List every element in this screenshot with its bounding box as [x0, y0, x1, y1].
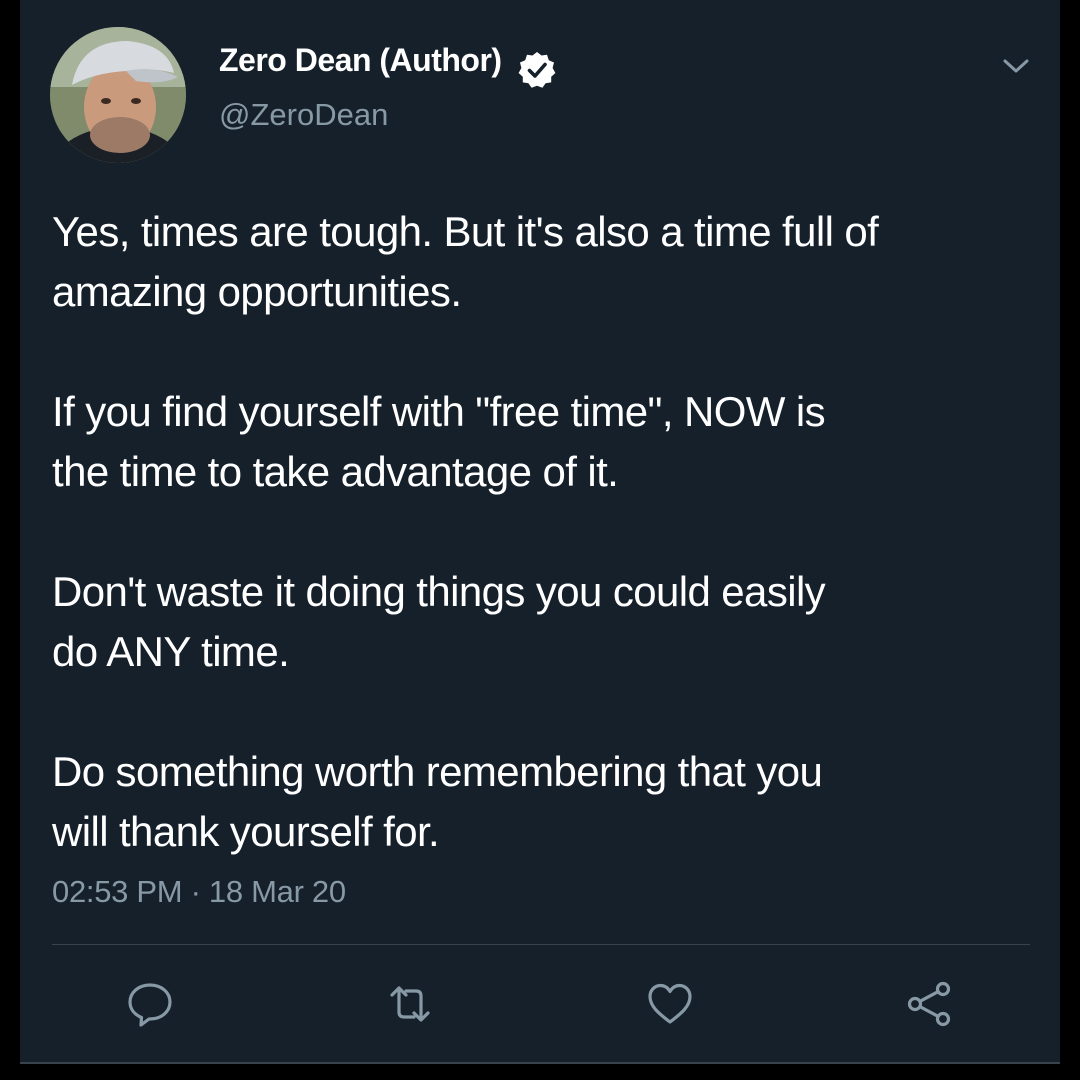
- tweet-paragraph: Do something worth remembering that you …: [52, 742, 1042, 862]
- tweet-paragraph: Yes, times are tough. But it's also a ti…: [52, 202, 1042, 322]
- tweet-bottom-border: [20, 1062, 1060, 1064]
- reply-button[interactable]: [124, 978, 176, 1030]
- tweet-line: do ANY time.: [52, 628, 290, 675]
- tweet-line: will thank yourself for.: [52, 808, 440, 855]
- retweet-button[interactable]: [384, 978, 436, 1030]
- tweet-line: Don't waste it doing things you could ea…: [52, 568, 826, 615]
- author-avatar[interactable]: [50, 27, 186, 163]
- tweet-text: Yes, times are tough. But it's also a ti…: [52, 202, 1042, 922]
- author-display-name[interactable]: Zero Dean (Author): [219, 42, 502, 79]
- chevron-down-icon[interactable]: [999, 52, 1033, 80]
- actions-divider: [52, 944, 1030, 945]
- tweet-timestamp[interactable]: 02:53 PM · 18 Mar 20: [52, 874, 346, 910]
- author-handle[interactable]: @ZeroDean: [219, 97, 388, 133]
- tweet-line: amazing opportunities.: [52, 268, 462, 315]
- avatar-photo-icon: [50, 27, 186, 163]
- tweet-line: Do something worth remembering that you: [52, 748, 823, 795]
- verified-badge-icon: [518, 52, 556, 88]
- tweet-line: the time to take advantage of it.: [52, 448, 619, 495]
- share-icon: [907, 981, 951, 1027]
- reply-icon: [128, 983, 172, 1027]
- tweet-paragraph: Don't waste it doing things you could ea…: [52, 562, 1042, 682]
- tweet-line: Yes, times are tough. But it's also a ti…: [52, 208, 879, 255]
- like-icon: [648, 983, 692, 1024]
- like-button[interactable]: [644, 978, 696, 1030]
- retweet-icon: [390, 986, 430, 1022]
- tweet-paragraph: If you find yourself with "free time", N…: [52, 382, 1042, 502]
- tweet-line: If you find yourself with "free time", N…: [52, 388, 826, 435]
- share-button[interactable]: [904, 978, 956, 1030]
